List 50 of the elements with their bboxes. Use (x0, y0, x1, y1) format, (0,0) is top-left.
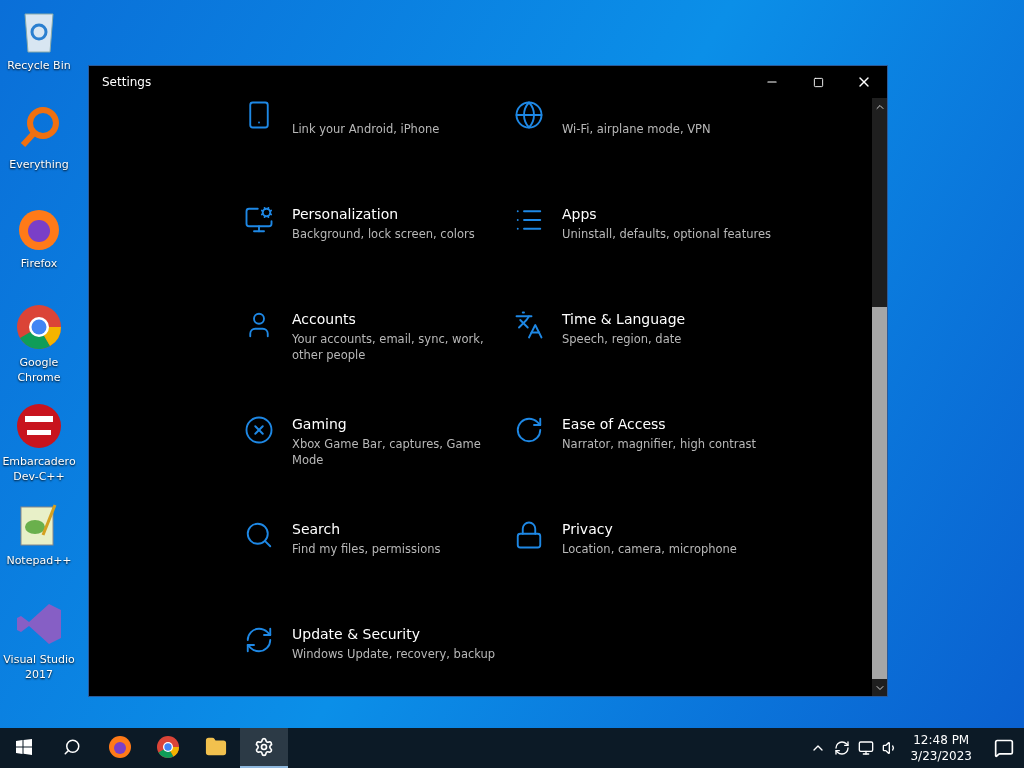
taskbar-app[interactable] (240, 728, 288, 768)
globe-icon[interactable] (514, 100, 544, 130)
xbox-icon[interactable] (244, 415, 274, 445)
clock[interactable]: 12:48 PM 3/23/2023 (910, 732, 972, 764)
category-description: Xbox Game Bar, captures, Game Mode (292, 436, 482, 468)
category-title[interactable]: Update & Security (292, 625, 507, 644)
category-description: Speech, region, date (562, 331, 683, 347)
category-title[interactable]: Gaming (292, 415, 507, 434)
category-title[interactable]: Personalization (292, 205, 507, 224)
category-description: Windows Update, recovery, backup (292, 646, 497, 662)
scrollbar[interactable] (872, 98, 887, 696)
monitor-brush-icon[interactable] (244, 205, 274, 235)
notification-icon[interactable] (994, 738, 1014, 758)
category-title[interactable]: Time & Language (562, 310, 777, 329)
desktop-icon-label[interactable]: Google Chrome (0, 355, 78, 385)
refresh-icon[interactable] (244, 625, 274, 655)
category-description: Location, camera, microphone (562, 541, 738, 557)
desktop-icon-label[interactable]: Recycle Bin (7, 58, 71, 73)
language-icon[interactable] (514, 310, 544, 340)
category-title[interactable]: Apps (562, 205, 777, 224)
category-description: Link your Android, iPhone (292, 121, 441, 137)
search-icon (63, 738, 81, 756)
category-title[interactable]: Search (292, 520, 507, 539)
window-title: Settings (102, 75, 153, 89)
category-title[interactable]: Accounts (292, 310, 507, 329)
category-description: Wi-Fi, airplane mode, VPN (562, 121, 712, 137)
category-description: Uninstall, defaults, optional features (562, 226, 772, 242)
settings-icon (254, 737, 274, 757)
desktop-icon-label[interactable]: Embarcadero Dev-C++ (0, 454, 78, 484)
folder-icon (205, 736, 227, 758)
chrome-icon (156, 735, 180, 759)
category-title[interactable]: Privacy (562, 520, 777, 539)
category-description: Find my files, permissions (292, 541, 442, 557)
firefox-icon (108, 735, 132, 759)
scrollbar-thumb[interactable] (872, 307, 887, 679)
desktop-icon-label[interactable]: Everything (9, 157, 69, 172)
search-icon[interactable] (244, 520, 274, 550)
maximize-icon (812, 76, 824, 88)
network-icon[interactable] (858, 740, 875, 756)
lock-icon[interactable] (514, 520, 544, 550)
sync-icon[interactable] (834, 740, 851, 756)
windows-logo-icon (16, 739, 32, 755)
desktop-icon-label[interactable]: Firefox (20, 256, 58, 271)
category-description: Narrator, magnifier, high contrast (562, 436, 758, 452)
category-description: Background, lock screen, colors (292, 226, 476, 242)
category-description: Your accounts, email, sync, work, other people (292, 331, 485, 363)
desktop-icon-label[interactable]: Notepad++ (6, 553, 72, 568)
chrome-icon (15, 303, 63, 351)
category-title[interactable]: Ease of Access (562, 415, 777, 434)
desktop-icon-label[interactable]: Visual Studio 2017 (0, 652, 78, 682)
